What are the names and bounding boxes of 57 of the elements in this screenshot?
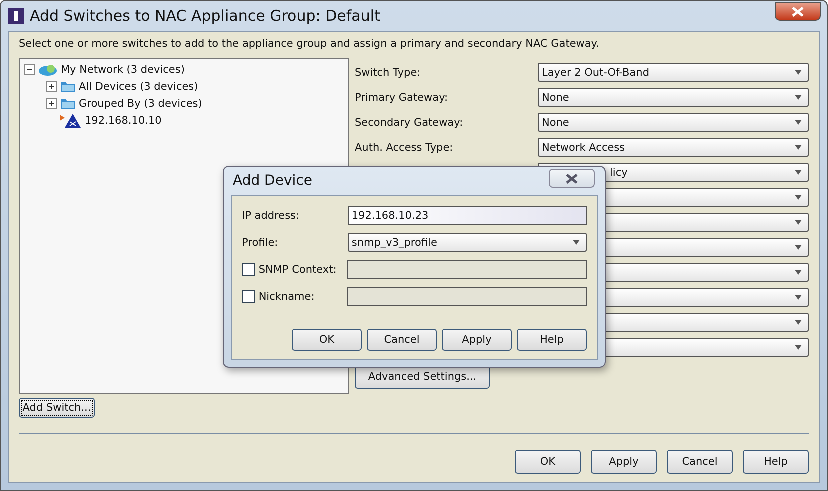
- add-switch-button[interactable]: Add Switch...: [19, 398, 95, 418]
- window-title: Add Switches to NAC Appliance Group: Default: [30, 7, 380, 25]
- dialog-button[interactable]: Help: [517, 329, 587, 351]
- checkbox[interactable]: [242, 290, 255, 303]
- caret-icon: [795, 320, 802, 325]
- tree-item[interactable]: 192.168.10.10: [85, 114, 162, 126]
- checkbox-label: SNMP Context:: [258, 264, 338, 276]
- instruction-text: Select one or more switches to add to the appliance group and assign a primary and secondary NAC Gateway.: [19, 38, 600, 50]
- dialog-button[interactable]: Help: [743, 450, 809, 474]
- dropdown[interactable]: None: [538, 88, 809, 107]
- field-label: Profile:: [242, 236, 280, 248]
- caret-icon: [795, 145, 802, 150]
- caret-icon: [795, 195, 802, 200]
- dialog-title: Add Device: [233, 173, 312, 189]
- dropdown[interactable]: snmp_v3_profile: [348, 233, 587, 252]
- close-icon: [792, 6, 804, 16]
- caret-icon: [573, 240, 580, 245]
- checkbox[interactable]: [242, 263, 255, 276]
- close-button[interactable]: [775, 2, 821, 21]
- caret-icon: [795, 70, 802, 75]
- network-icon: [38, 62, 58, 76]
- caret-icon: [795, 345, 802, 350]
- switch-icon: [60, 114, 82, 128]
- caret-icon: [795, 170, 802, 175]
- setting-label: Auth. Access Type:: [355, 142, 454, 154]
- expand-icon[interactable]: [46, 98, 57, 109]
- dropdown[interactable]: Layer 2 Out-Of-Band: [538, 63, 809, 82]
- tree-item[interactable]: All Devices (3 devices): [79, 80, 198, 92]
- collapse-icon[interactable]: [24, 64, 35, 75]
- setting-label: Switch Type:: [355, 66, 422, 78]
- expand-icon[interactable]: [46, 81, 57, 92]
- caret-icon: [795, 95, 802, 100]
- field-label: IP address:: [242, 210, 301, 222]
- dialog-button[interactable]: Apply: [591, 450, 657, 474]
- setting-label: Primary Gateway:: [355, 92, 450, 104]
- caret-icon: [795, 120, 802, 125]
- checkbox-label: Nickname:: [258, 290, 316, 302]
- caret-icon: [795, 245, 802, 250]
- dialog-button[interactable]: OK: [515, 450, 581, 474]
- dialog-button[interactable]: Cancel: [667, 450, 733, 474]
- tree-item[interactable]: Grouped By (3 devices): [79, 98, 202, 110]
- dialog-button[interactable]: OK: [292, 329, 362, 351]
- dialog-button[interactable]: Cancel: [367, 329, 437, 351]
- folder-icon: [60, 80, 76, 93]
- caret-icon: [795, 295, 802, 300]
- tree-item[interactable]: My Network (3 devices): [61, 64, 185, 76]
- close-button[interactable]: [549, 169, 595, 188]
- app-icon: [8, 8, 24, 24]
- caret-icon: [795, 220, 802, 225]
- caret-icon: [795, 270, 802, 275]
- dropdown[interactable]: Network Access: [538, 138, 809, 157]
- close-icon: [566, 174, 578, 184]
- folder-icon: [60, 97, 76, 110]
- input-field[interactable]: 192.168.10.23: [348, 206, 587, 225]
- dialog-button[interactable]: Apply: [442, 329, 512, 351]
- dropdown[interactable]: None: [538, 113, 809, 132]
- setting-label: Secondary Gateway:: [355, 116, 464, 128]
